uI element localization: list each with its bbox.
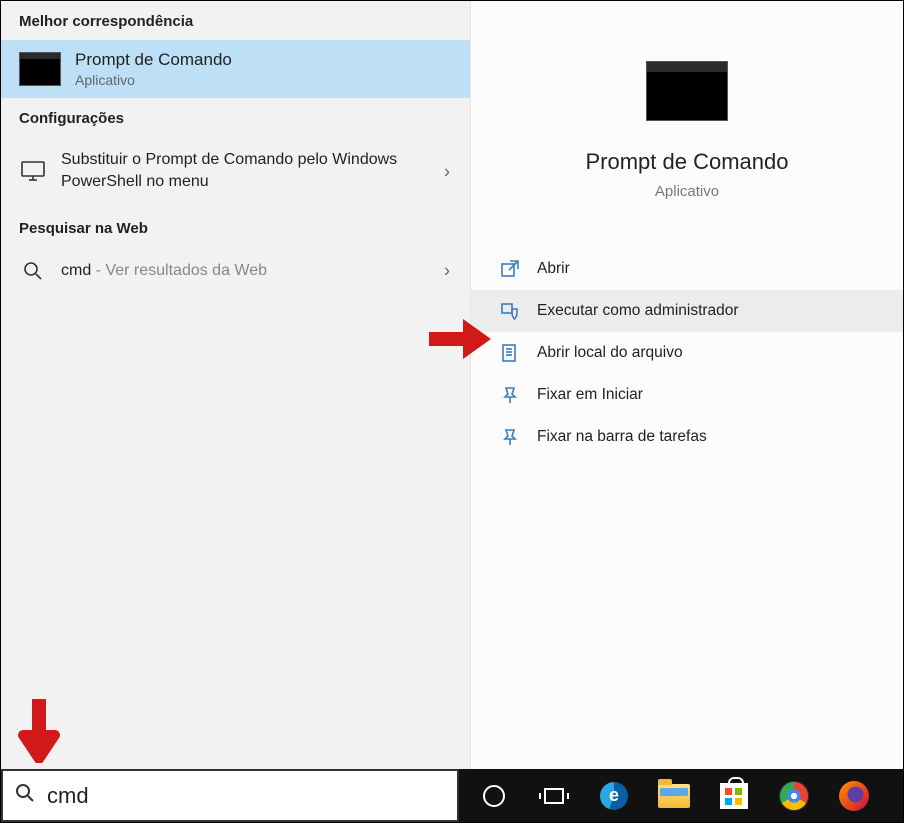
- search-icon: [19, 257, 47, 285]
- chevron-right-icon: ›: [444, 162, 450, 183]
- folder-location-icon: [499, 342, 521, 364]
- web-result-item[interactable]: cmd - Ver resultados da Web ›: [1, 247, 470, 295]
- main-area: Melhor correspondência Prompt de Comando…: [1, 1, 903, 769]
- edge-button[interactable]: [587, 769, 641, 822]
- action-open-location-label: Abrir local do arquivo: [537, 344, 683, 362]
- settings-result-item[interactable]: Substituir o Prompt de Comando pelo Wind…: [1, 137, 470, 208]
- shield-admin-icon: [499, 300, 521, 322]
- action-open-location[interactable]: Abrir local do arquivo: [471, 332, 903, 374]
- file-explorer-icon: [658, 784, 690, 808]
- web-result-label: cmd - Ver resultados da Web: [61, 260, 267, 282]
- monitor-icon: [19, 157, 47, 185]
- chrome-button[interactable]: [767, 769, 821, 822]
- command-prompt-icon: [19, 52, 61, 86]
- pin-start-icon: [499, 384, 521, 406]
- preview-subtitle: Aplicativo: [655, 183, 719, 200]
- best-match-text: Prompt de Comando Aplicativo: [75, 50, 232, 88]
- web-result-term: cmd: [61, 262, 91, 279]
- action-pin-taskbar-label: Fixar na barra de tarefas: [537, 428, 707, 446]
- action-run-as-admin-label: Executar como administrador: [537, 302, 739, 320]
- file-explorer-button[interactable]: [647, 769, 701, 822]
- taskbar-search-box[interactable]: [1, 769, 459, 822]
- pin-taskbar-icon: [499, 426, 521, 448]
- chrome-icon: [779, 781, 809, 811]
- edge-icon: [600, 782, 628, 810]
- taskbar: [1, 769, 903, 822]
- web-result-hint: - Ver resultados da Web: [91, 262, 267, 279]
- search-input[interactable]: [47, 783, 445, 809]
- action-pin-taskbar[interactable]: Fixar na barra de tarefas: [471, 416, 903, 458]
- section-header-best-match: Melhor correspondência: [1, 1, 470, 40]
- microsoft-store-icon: [720, 783, 748, 809]
- microsoft-store-button[interactable]: [707, 769, 761, 822]
- cortana-button[interactable]: [467, 769, 521, 822]
- action-open[interactable]: Abrir: [471, 248, 903, 290]
- command-prompt-icon-large: [646, 61, 728, 121]
- taskbar-tray: [459, 769, 903, 822]
- firefox-icon: [839, 781, 869, 811]
- preview-title: Prompt de Comando: [586, 149, 789, 175]
- section-header-settings: Configurações: [1, 98, 470, 137]
- search-icon: [15, 783, 35, 808]
- action-run-as-admin[interactable]: Executar como administrador: [471, 290, 903, 332]
- action-open-label: Abrir: [537, 260, 570, 278]
- settings-result-label: Substituir o Prompt de Comando pelo Wind…: [61, 149, 452, 194]
- preview-actions: Abrir Executar como administrador Abrir …: [471, 240, 903, 458]
- best-match-subtitle: Aplicativo: [75, 72, 232, 88]
- start-menu-search-window: Melhor correspondência Prompt de Comando…: [0, 0, 904, 823]
- action-pin-start[interactable]: Fixar em Iniciar: [471, 374, 903, 416]
- action-pin-start-label: Fixar em Iniciar: [537, 386, 643, 404]
- annotation-arrow-down: [17, 699, 61, 763]
- section-header-web: Pesquisar na Web: [1, 208, 470, 247]
- chevron-right-icon: ›: [444, 260, 450, 281]
- task-view-button[interactable]: [527, 769, 581, 822]
- preview-header: Prompt de Comando Aplicativo: [471, 1, 903, 240]
- results-pane: Melhor correspondência Prompt de Comando…: [1, 1, 471, 769]
- firefox-button[interactable]: [827, 769, 881, 822]
- open-icon: [499, 258, 521, 280]
- preview-pane: Prompt de Comando Aplicativo Abrir Execu…: [471, 1, 903, 769]
- best-match-title: Prompt de Comando: [75, 50, 232, 70]
- best-match-result[interactable]: Prompt de Comando Aplicativo: [1, 40, 470, 98]
